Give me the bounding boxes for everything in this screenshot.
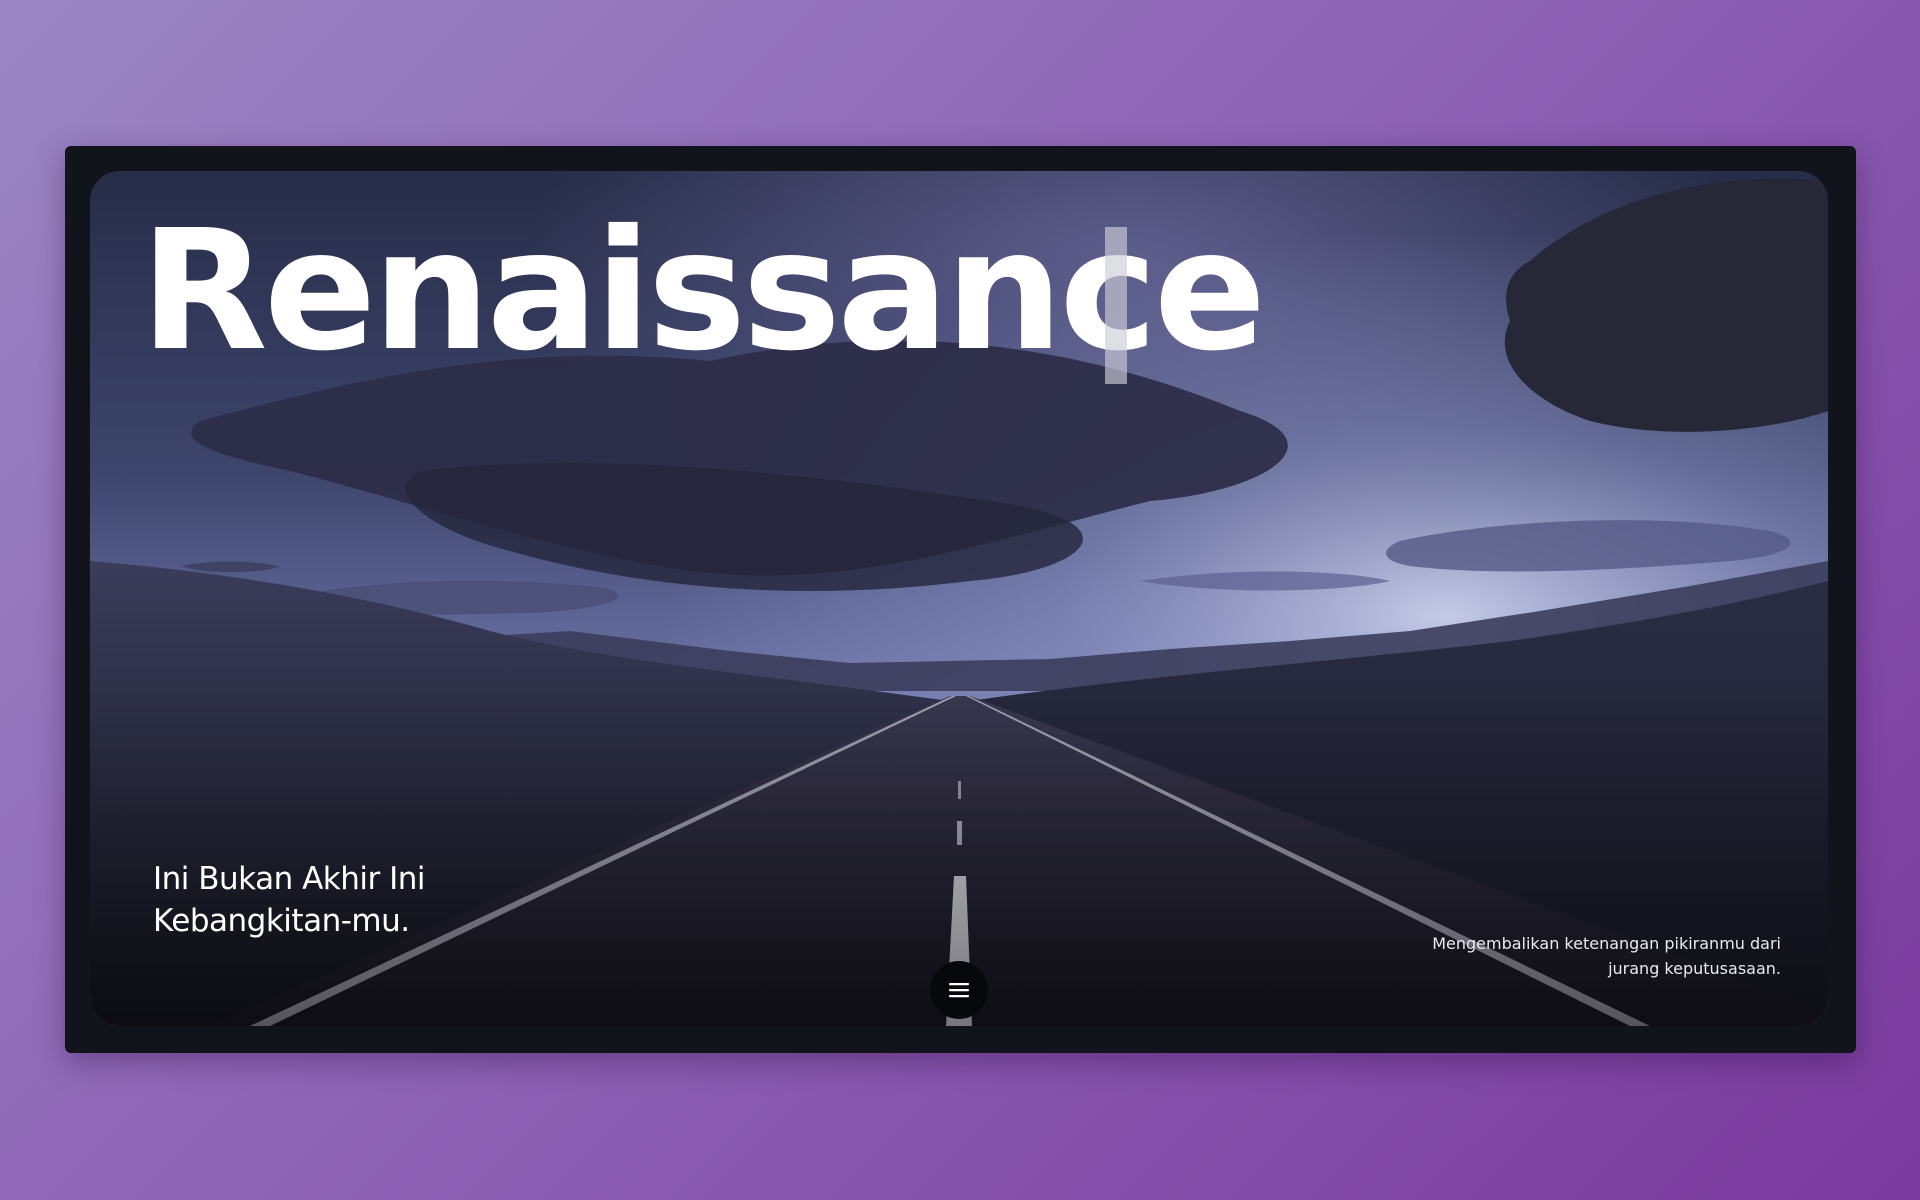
browser-frame: Renaissance Ini Bukan Akhir Ini Kebangki… [65, 146, 1856, 1053]
hamburger-menu-icon [949, 983, 969, 998]
hero-section: Renaissance Ini Bukan Akhir Ini Kebangki… [90, 171, 1828, 1026]
hero-title: Renaissance [140, 195, 1266, 388]
menu-button[interactable] [930, 961, 988, 1019]
hero-subtitle: Mengembalikan ketenangan pikiranmu dari … [1432, 934, 1781, 978]
hero-tagline: Ini Bukan Akhir Ini Kebangkitan-mu. [153, 861, 426, 939]
typing-caret [1105, 227, 1127, 384]
